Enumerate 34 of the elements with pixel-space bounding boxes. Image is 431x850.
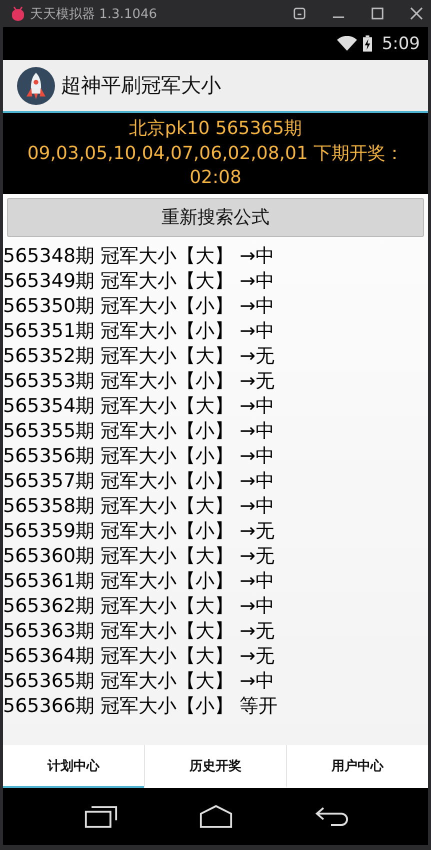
prediction-row-text: 565362期 冠军大小【大】 →中 bbox=[3, 594, 276, 618]
prediction-row-text: 565357期 冠军大小【小】 →中 bbox=[3, 468, 276, 494]
prediction-row-text: 565359期 冠军大小【小】 →无 bbox=[3, 518, 276, 544]
recent-apps-icon[interactable] bbox=[84, 804, 118, 829]
search-formula-button[interactable]: 重新搜索公式 bbox=[7, 198, 424, 236]
app-title: 超神平刷冠军大小 bbox=[61, 72, 221, 99]
draw-info-line: 09,03,05,10,04,07,06,02,08,01 下期开奖： bbox=[26, 142, 405, 166]
draw-info-line: 北京pk10 565365期 bbox=[128, 117, 304, 141]
prediction-row-text: 565365期 冠军大小【大】 →中 bbox=[3, 668, 276, 694]
wifi-icon bbox=[336, 36, 357, 51]
prediction-row-text: 565354期 冠军大小【大】 →中 bbox=[3, 394, 276, 418]
bug-icon bbox=[10, 6, 26, 22]
prediction-row-text: 565348期 冠军大小【大】 →中 bbox=[3, 244, 276, 268]
draw-info-line: 02:08 bbox=[188, 166, 242, 190]
prediction-row-text: 565352期 冠军大小【大】 →无 bbox=[3, 344, 276, 368]
prediction-row-text: 565356期 冠军大小【小】 →中 bbox=[3, 444, 276, 468]
prediction-row-text: 565358期 冠军大小【大】 →中 bbox=[3, 494, 276, 518]
status-time: 5:09 bbox=[382, 34, 420, 54]
prediction-row-text: 565349期 冠军大小【大】 →中 bbox=[3, 268, 276, 294]
maximize-icon[interactable] bbox=[371, 7, 384, 20]
prediction-row-text: 565364期 冠军大小【大】 →无 bbox=[3, 644, 276, 668]
emulator-title: 天天模拟器 1.3.1046 bbox=[30, 6, 158, 22]
prediction-row-text: 565361期 冠军大小【小】 →中 bbox=[3, 568, 276, 594]
close-icon[interactable] bbox=[410, 7, 423, 20]
prediction-row-text: 565350期 冠军大小【小】 →中 bbox=[3, 294, 276, 318]
prediction-row-text: 565353期 冠军大小【小】 →无 bbox=[3, 368, 276, 394]
prediction-row-text: 565360期 冠军大小【大】 →无 bbox=[3, 544, 276, 568]
rocket-icon bbox=[17, 66, 55, 104]
home-icon[interactable] bbox=[198, 804, 232, 829]
prediction-row-text: 565355期 冠军大小【小】 →中 bbox=[3, 418, 276, 444]
prediction-row-text: 565366期 冠军大小【小】 等开 bbox=[3, 694, 279, 718]
prediction-row-text: 565351期 冠军大小【小】 →中 bbox=[3, 318, 276, 344]
battery-icon bbox=[362, 35, 372, 52]
prediction-row-text: 565363期 冠军大小【大】 →无 bbox=[3, 618, 276, 644]
